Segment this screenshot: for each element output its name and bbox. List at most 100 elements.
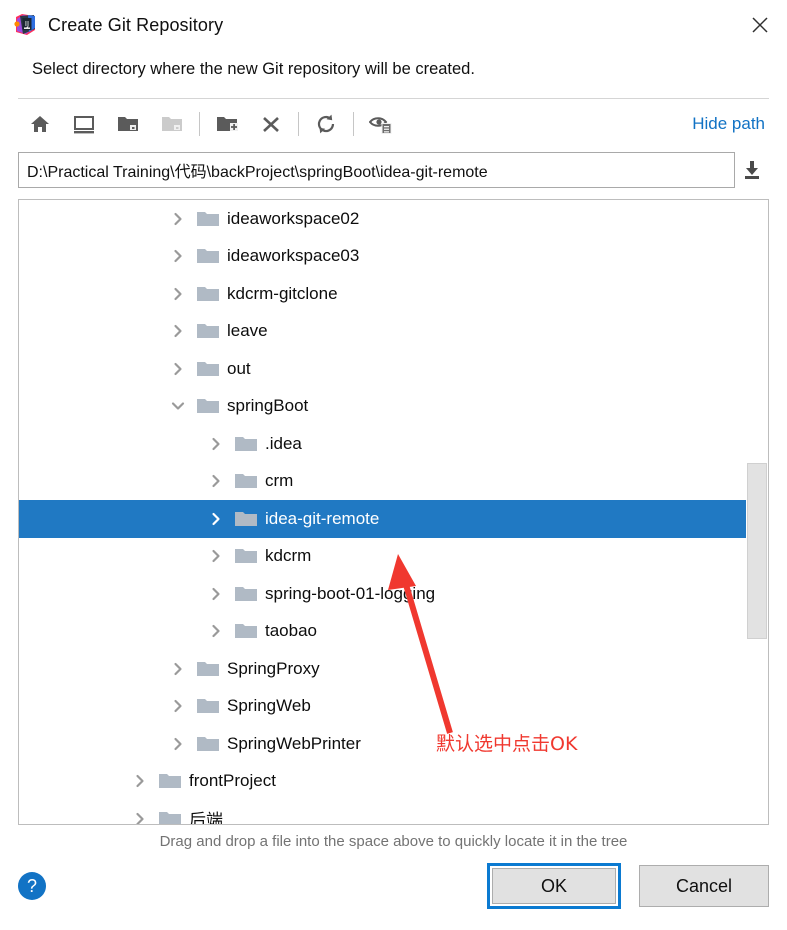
- folder-icon: [159, 772, 181, 790]
- chevron-right-icon[interactable]: [165, 693, 191, 719]
- toolbar-separator: [199, 112, 200, 136]
- chevron-right-icon[interactable]: [203, 618, 229, 644]
- tree-row-label: SpringWeb: [227, 696, 311, 716]
- chevron-right-icon[interactable]: [127, 768, 153, 794]
- tree-row-label: springBoot: [227, 396, 309, 416]
- refresh-icon[interactable]: [304, 104, 348, 144]
- tree-row-label: ideaworkspace03: [227, 246, 360, 266]
- folder-icon: [197, 322, 219, 340]
- chevron-right-icon[interactable]: [165, 281, 191, 307]
- folder-icon: [197, 735, 219, 753]
- tree-row-label: spring-boot-01-logging: [265, 583, 436, 603]
- chevron-right-icon[interactable]: [203, 581, 229, 607]
- page-title: Create Git Repository: [48, 14, 224, 35]
- tree-row-label: kdcrm: [265, 546, 312, 566]
- tree-row-label: 后端: [189, 811, 223, 824]
- folder-icon: [197, 660, 219, 678]
- chevron-right-icon[interactable]: [203, 468, 229, 494]
- path-input[interactable]: D:\Practical Training\代码\backProject\spr…: [18, 152, 735, 188]
- tree-scrollbar-thumb[interactable]: [747, 463, 767, 639]
- folder-icon: [197, 697, 219, 715]
- tree-scrollbar-track[interactable]: [746, 200, 768, 824]
- tree-row[interactable]: springBoot: [19, 388, 768, 426]
- folder-icon: [235, 585, 257, 603]
- tree-row[interactable]: .idea: [19, 425, 768, 463]
- dialog-subtitle: Select directory where the new Git repos…: [32, 60, 475, 78]
- tree-row-label: SpringProxy: [227, 658, 320, 678]
- tree-rows-container: ideaworkspace02 ideaworkspace03 kdcrm-gitc…: [19, 200, 768, 824]
- tree-row-label: leave: [227, 321, 268, 341]
- chevron-right-icon[interactable]: [203, 431, 229, 457]
- hide-path-link[interactable]: Hide path: [692, 114, 769, 134]
- tree-row-label: out: [227, 358, 251, 378]
- chevron-right-icon[interactable]: [203, 506, 229, 532]
- title-bar: IJ Create Git Repository: [0, 0, 787, 50]
- tree-row[interactable]: SpringProxy: [19, 650, 768, 688]
- folder-icon: [159, 810, 181, 824]
- close-icon[interactable]: [737, 3, 783, 47]
- folder-icon: [197, 210, 219, 228]
- tree-row[interactable]: SpringWebPrinter: [19, 725, 768, 763]
- folder-icon: [235, 435, 257, 453]
- new-folder-icon[interactable]: [205, 104, 249, 144]
- folder-icon: [197, 247, 219, 265]
- tree-row-label: ideaworkspace02: [227, 208, 360, 228]
- chevron-right-icon[interactable]: [165, 656, 191, 682]
- tree-row[interactable]: leave: [19, 313, 768, 351]
- folder-icon: [235, 510, 257, 528]
- folder-icon: [197, 360, 219, 378]
- tree-row[interactable]: kdcrm-gitclone: [19, 275, 768, 313]
- cancel-button[interactable]: Cancel: [639, 865, 769, 907]
- directory-tree[interactable]: ideaworkspace02 ideaworkspace03 kdcrm-gitc…: [18, 199, 769, 825]
- tree-row[interactable]: idea-git-remote: [19, 500, 768, 538]
- folder-icon: [235, 622, 257, 640]
- intellij-idea-icon: IJ: [14, 14, 36, 36]
- help-icon[interactable]: ?: [18, 872, 46, 900]
- tree-row-label: idea-git-remote: [265, 508, 380, 528]
- tree-row[interactable]: taobao: [19, 613, 768, 651]
- svg-text:IJ: IJ: [25, 20, 29, 28]
- folder-icon: [235, 472, 257, 490]
- tree-row[interactable]: frontProject: [19, 763, 768, 801]
- tree-row-label: SpringWebPrinter: [227, 733, 361, 753]
- tree-row[interactable]: kdcrm: [19, 538, 768, 576]
- delete-icon[interactable]: [249, 104, 293, 144]
- home-icon[interactable]: [18, 104, 62, 144]
- ok-button[interactable]: OK: [492, 868, 616, 904]
- desktop-icon[interactable]: [62, 104, 106, 144]
- tree-row[interactable]: out: [19, 350, 768, 388]
- chevron-down-icon[interactable]: [165, 393, 191, 419]
- chevron-right-icon[interactable]: [203, 543, 229, 569]
- tree-row[interactable]: SpringWeb: [19, 688, 768, 726]
- toolbar-separator: [353, 112, 354, 136]
- project-folder-icon[interactable]: [106, 104, 150, 144]
- chevron-right-icon[interactable]: [165, 243, 191, 269]
- tree-row[interactable]: 后端: [19, 800, 768, 824]
- drag-drop-hint: Drag and drop a file into the space abov…: [159, 833, 628, 850]
- folder-icon: [197, 285, 219, 303]
- download-icon[interactable]: [735, 152, 769, 188]
- chevron-right-icon[interactable]: [127, 806, 153, 824]
- tree-row-label: crm: [265, 471, 294, 491]
- show-hidden-icon[interactable]: [359, 104, 403, 144]
- ok-button-focus-ring: OK: [487, 863, 621, 909]
- tree-row-label: taobao: [265, 621, 317, 641]
- tree-row[interactable]: ideaworkspace02: [19, 200, 768, 238]
- folder-icon: [197, 397, 219, 415]
- path-row: D:\Practical Training\代码\backProject\spr…: [0, 149, 787, 191]
- tree-row-label: frontProject: [189, 771, 276, 791]
- chevron-right-icon[interactable]: [165, 318, 191, 344]
- chevron-right-icon[interactable]: [165, 206, 191, 232]
- toolbar-separator: [298, 112, 299, 136]
- chevron-right-icon[interactable]: [165, 731, 191, 757]
- file-chooser-toolbar: Hide path: [0, 99, 787, 149]
- folder-icon: [235, 547, 257, 565]
- tree-row[interactable]: ideaworkspace03: [19, 238, 768, 276]
- tree-row[interactable]: spring-boot-01-logging: [19, 575, 768, 613]
- tree-row-label: .idea: [265, 433, 302, 453]
- tree-row[interactable]: crm: [19, 463, 768, 501]
- module-folder-icon: [150, 104, 194, 144]
- dialog-footer: ? OK Cancel: [0, 857, 787, 915]
- tree-row-label: kdcrm-gitclone: [227, 283, 338, 303]
- chevron-right-icon[interactable]: [165, 356, 191, 382]
